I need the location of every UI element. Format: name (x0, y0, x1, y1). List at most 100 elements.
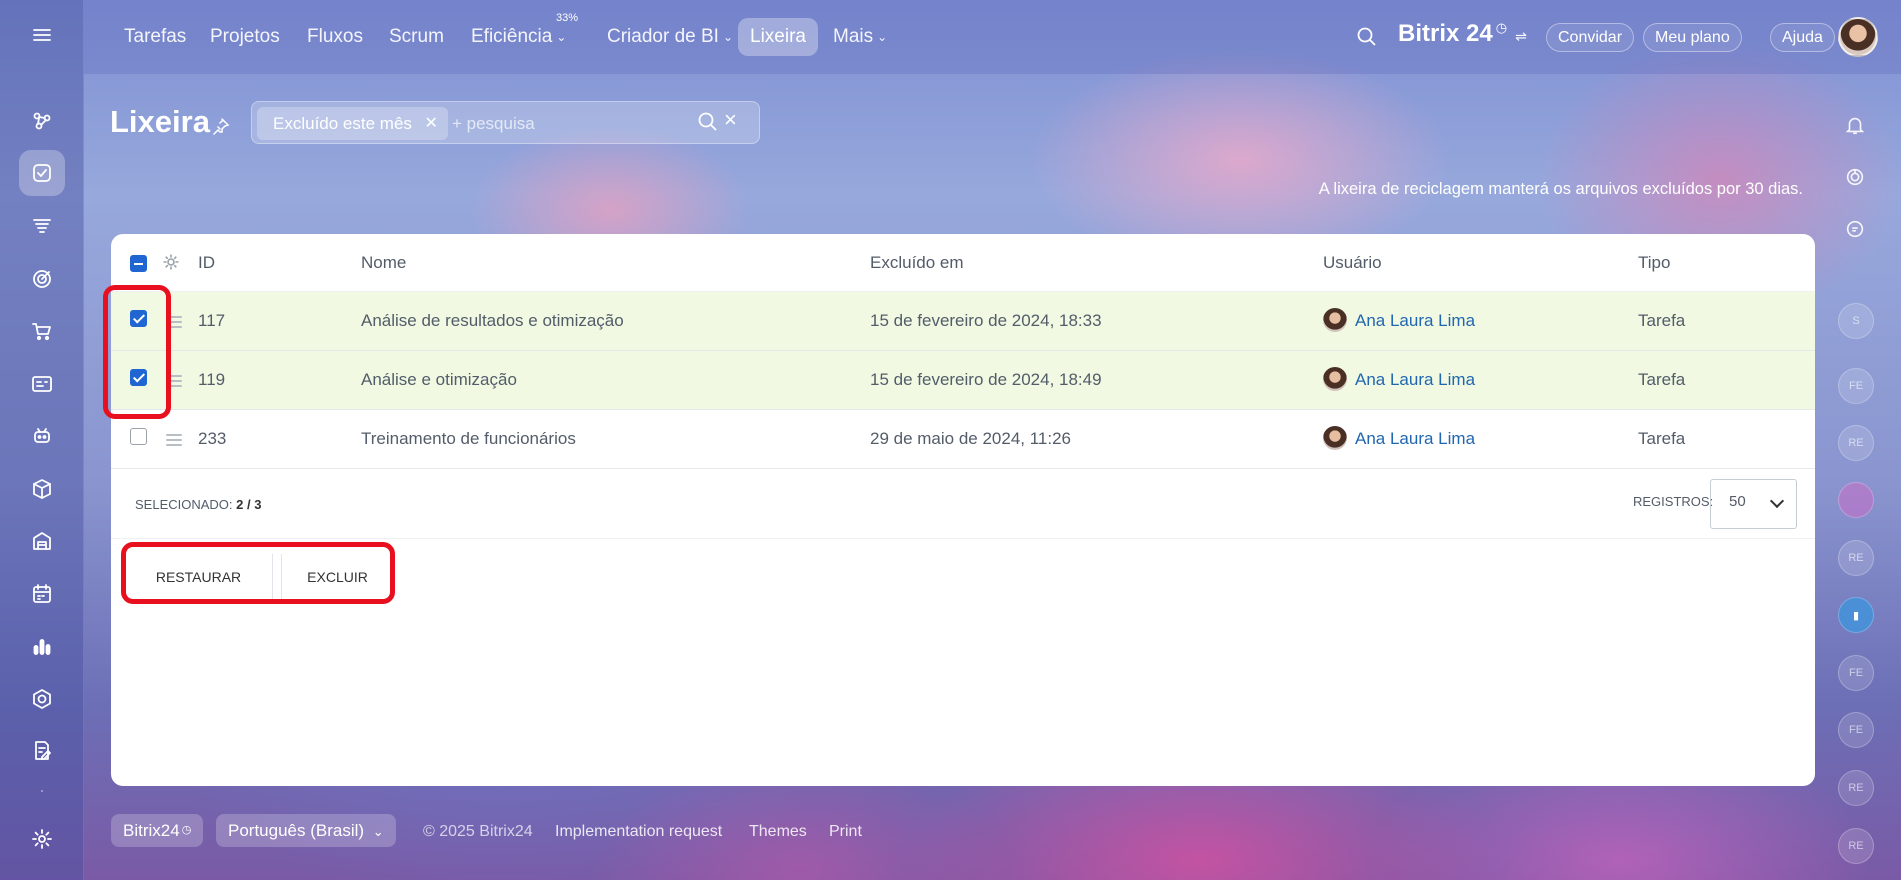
clear-icon[interactable]: × (724, 109, 744, 131)
menu-icon[interactable] (19, 12, 65, 58)
records-select[interactable]: 50 (1710, 479, 1797, 529)
cell-type: Tarefa (1638, 370, 1686, 389)
nav-criador-bi[interactable]: Criador de BI ⌄ (595, 18, 745, 56)
cards-icon[interactable] (19, 361, 65, 407)
trash-grid: ID Nome Excluído em Usuário Tipo 117 Aná… (111, 234, 1815, 786)
cell-deleted: 15 de fevereiro de 2024, 18:49 (870, 370, 1102, 389)
search-input[interactable] (452, 107, 682, 140)
row-checkbox[interactable] (130, 428, 147, 445)
search-icon[interactable] (1356, 26, 1378, 48)
rail-avatar[interactable]: RE (1838, 425, 1874, 461)
chat-icon[interactable] (1840, 214, 1870, 244)
cell-type: Tarefa (1638, 311, 1686, 330)
close-icon[interactable]: ✕ (425, 107, 438, 140)
footer-brand-label: Bitrix24 (123, 821, 180, 840)
nav-fluxos[interactable]: Fluxos (295, 18, 375, 56)
nav-mais-label: Mais (833, 26, 874, 47)
nav-eficiencia-label: Eficiência (471, 26, 553, 47)
copilot-icon[interactable] (1840, 162, 1870, 192)
cell-type: Tarefa (1638, 429, 1686, 448)
nav-tarefas[interactable]: Tarefas (112, 18, 198, 56)
hexagon-icon[interactable] (19, 676, 65, 722)
language-label: Português (Brasil) (228, 821, 365, 840)
delete-button[interactable]: EXCLUIR (281, 554, 393, 600)
print-link[interactable]: Print (829, 823, 862, 841)
themes-link[interactable]: Themes (749, 823, 807, 841)
column-type[interactable]: Tipo (1638, 253, 1670, 273)
funnel-icon[interactable] (19, 203, 65, 249)
cart-icon[interactable] (19, 308, 65, 354)
cell-user[interactable]: Ana Laura Lima (1355, 429, 1475, 449)
select-all-checkbox[interactable] (130, 255, 147, 272)
settings-icon[interactable] (19, 816, 65, 862)
my-plan-button[interactable]: Meu plano (1643, 23, 1742, 52)
column-name[interactable]: Nome (361, 253, 406, 273)
rail-avatar[interactable]: S (1838, 303, 1874, 339)
table-row[interactable]: 119 Análise e otimização 15 de fevereiro… (111, 351, 1815, 410)
sign-icon[interactable] (19, 728, 65, 774)
column-id[interactable]: ID (198, 253, 215, 273)
copyright: © 2025 Bitrix24 (423, 823, 533, 840)
nav-eficiencia[interactable]: Eficiência ⌄ (459, 18, 578, 56)
grid-header: ID Nome Excluído em Usuário Tipo (111, 234, 1815, 292)
table-row[interactable]: 233 Treinamento de funcionários 29 de ma… (111, 410, 1815, 469)
box-icon[interactable] (19, 466, 65, 512)
cell-name: Análise e otimização (361, 370, 517, 389)
pin-icon[interactable] (212, 117, 230, 135)
nav-mais[interactable]: Mais ⌄ (821, 18, 899, 56)
cell-user[interactable]: Ana Laura Lima (1355, 311, 1475, 331)
cell-id: 119 (198, 370, 226, 389)
language-select[interactable]: Português (Brasil) ⌄ (216, 814, 396, 847)
sliders-icon[interactable]: ⇌ (1515, 28, 1527, 44)
cell-deleted: 29 de maio de 2024, 11:26 (870, 429, 1072, 448)
robot-icon[interactable] (19, 413, 65, 459)
footer-brand[interactable]: Bitrix24 ◷ (111, 814, 204, 847)
table-row[interactable]: 117 Análise de resultados e otimização 1… (111, 292, 1815, 351)
analytics-icon[interactable] (19, 623, 65, 669)
nav-scrum[interactable]: Scrum (377, 18, 456, 56)
rail-avatar[interactable]: RE (1838, 828, 1874, 864)
cell-user[interactable]: Ana Laura Lima (1355, 370, 1475, 390)
calendar-icon[interactable] (19, 571, 65, 617)
rail-avatar[interactable] (1838, 482, 1874, 518)
drag-handle-icon[interactable] (166, 316, 182, 328)
target-icon[interactable] (19, 256, 65, 302)
store-icon[interactable] (19, 518, 65, 564)
column-user[interactable]: Usuário (1323, 253, 1382, 273)
rail-avatar[interactable]: RE (1838, 770, 1874, 806)
flows-icon[interactable] (19, 98, 65, 144)
restore-button[interactable]: RESTAURAR (125, 554, 273, 600)
row-checkbox[interactable] (130, 369, 147, 386)
bell-icon[interactable] (1840, 110, 1870, 140)
filter-bar: Excluído este mês ✕ (251, 101, 760, 144)
brand-logo[interactable]: Bitrix 24 ◷ ⇌ (1398, 20, 1527, 48)
clock-icon: ◷ (181, 824, 192, 836)
row-checkbox[interactable] (130, 310, 147, 327)
user-avatar[interactable] (1838, 17, 1878, 57)
bookmark-icon[interactable]: ▮ (1838, 597, 1874, 633)
drag-handle-icon[interactable] (166, 375, 182, 387)
cell-id: 233 (198, 429, 227, 448)
rail-avatar[interactable]: FE (1838, 368, 1874, 404)
drag-handle-icon[interactable] (166, 434, 182, 446)
implementation-link[interactable]: Implementation request (555, 823, 722, 841)
cell-deleted: 15 de fevereiro de 2024, 18:33 (870, 311, 1102, 330)
avatar (1323, 308, 1347, 332)
gear-icon[interactable] (162, 253, 180, 271)
records-label: REGISTROS: (1633, 494, 1714, 509)
avatar (1323, 367, 1347, 391)
nav-lixeira[interactable]: Lixeira (738, 18, 818, 56)
nav-projetos[interactable]: Projetos (198, 18, 292, 56)
clock-icon: ◷ (1495, 20, 1508, 35)
tasks-icon[interactable] (19, 150, 65, 196)
rail-avatar[interactable]: FE (1838, 712, 1874, 748)
invite-button[interactable]: Convidar (1546, 23, 1635, 52)
rail-avatar[interactable]: FE (1838, 655, 1874, 691)
help-button[interactable]: Ajuda (1770, 23, 1835, 52)
rail-avatar[interactable]: RE (1838, 540, 1874, 576)
filter-chip[interactable]: Excluído este mês ✕ (257, 107, 448, 140)
search-icon[interactable] (697, 111, 719, 133)
column-deleted[interactable]: Excluído em (870, 253, 964, 273)
selected-count: 2 / 3 (236, 497, 262, 512)
retention-notice: A lixeira de reciclagem manterá os arqui… (1318, 180, 1803, 198)
